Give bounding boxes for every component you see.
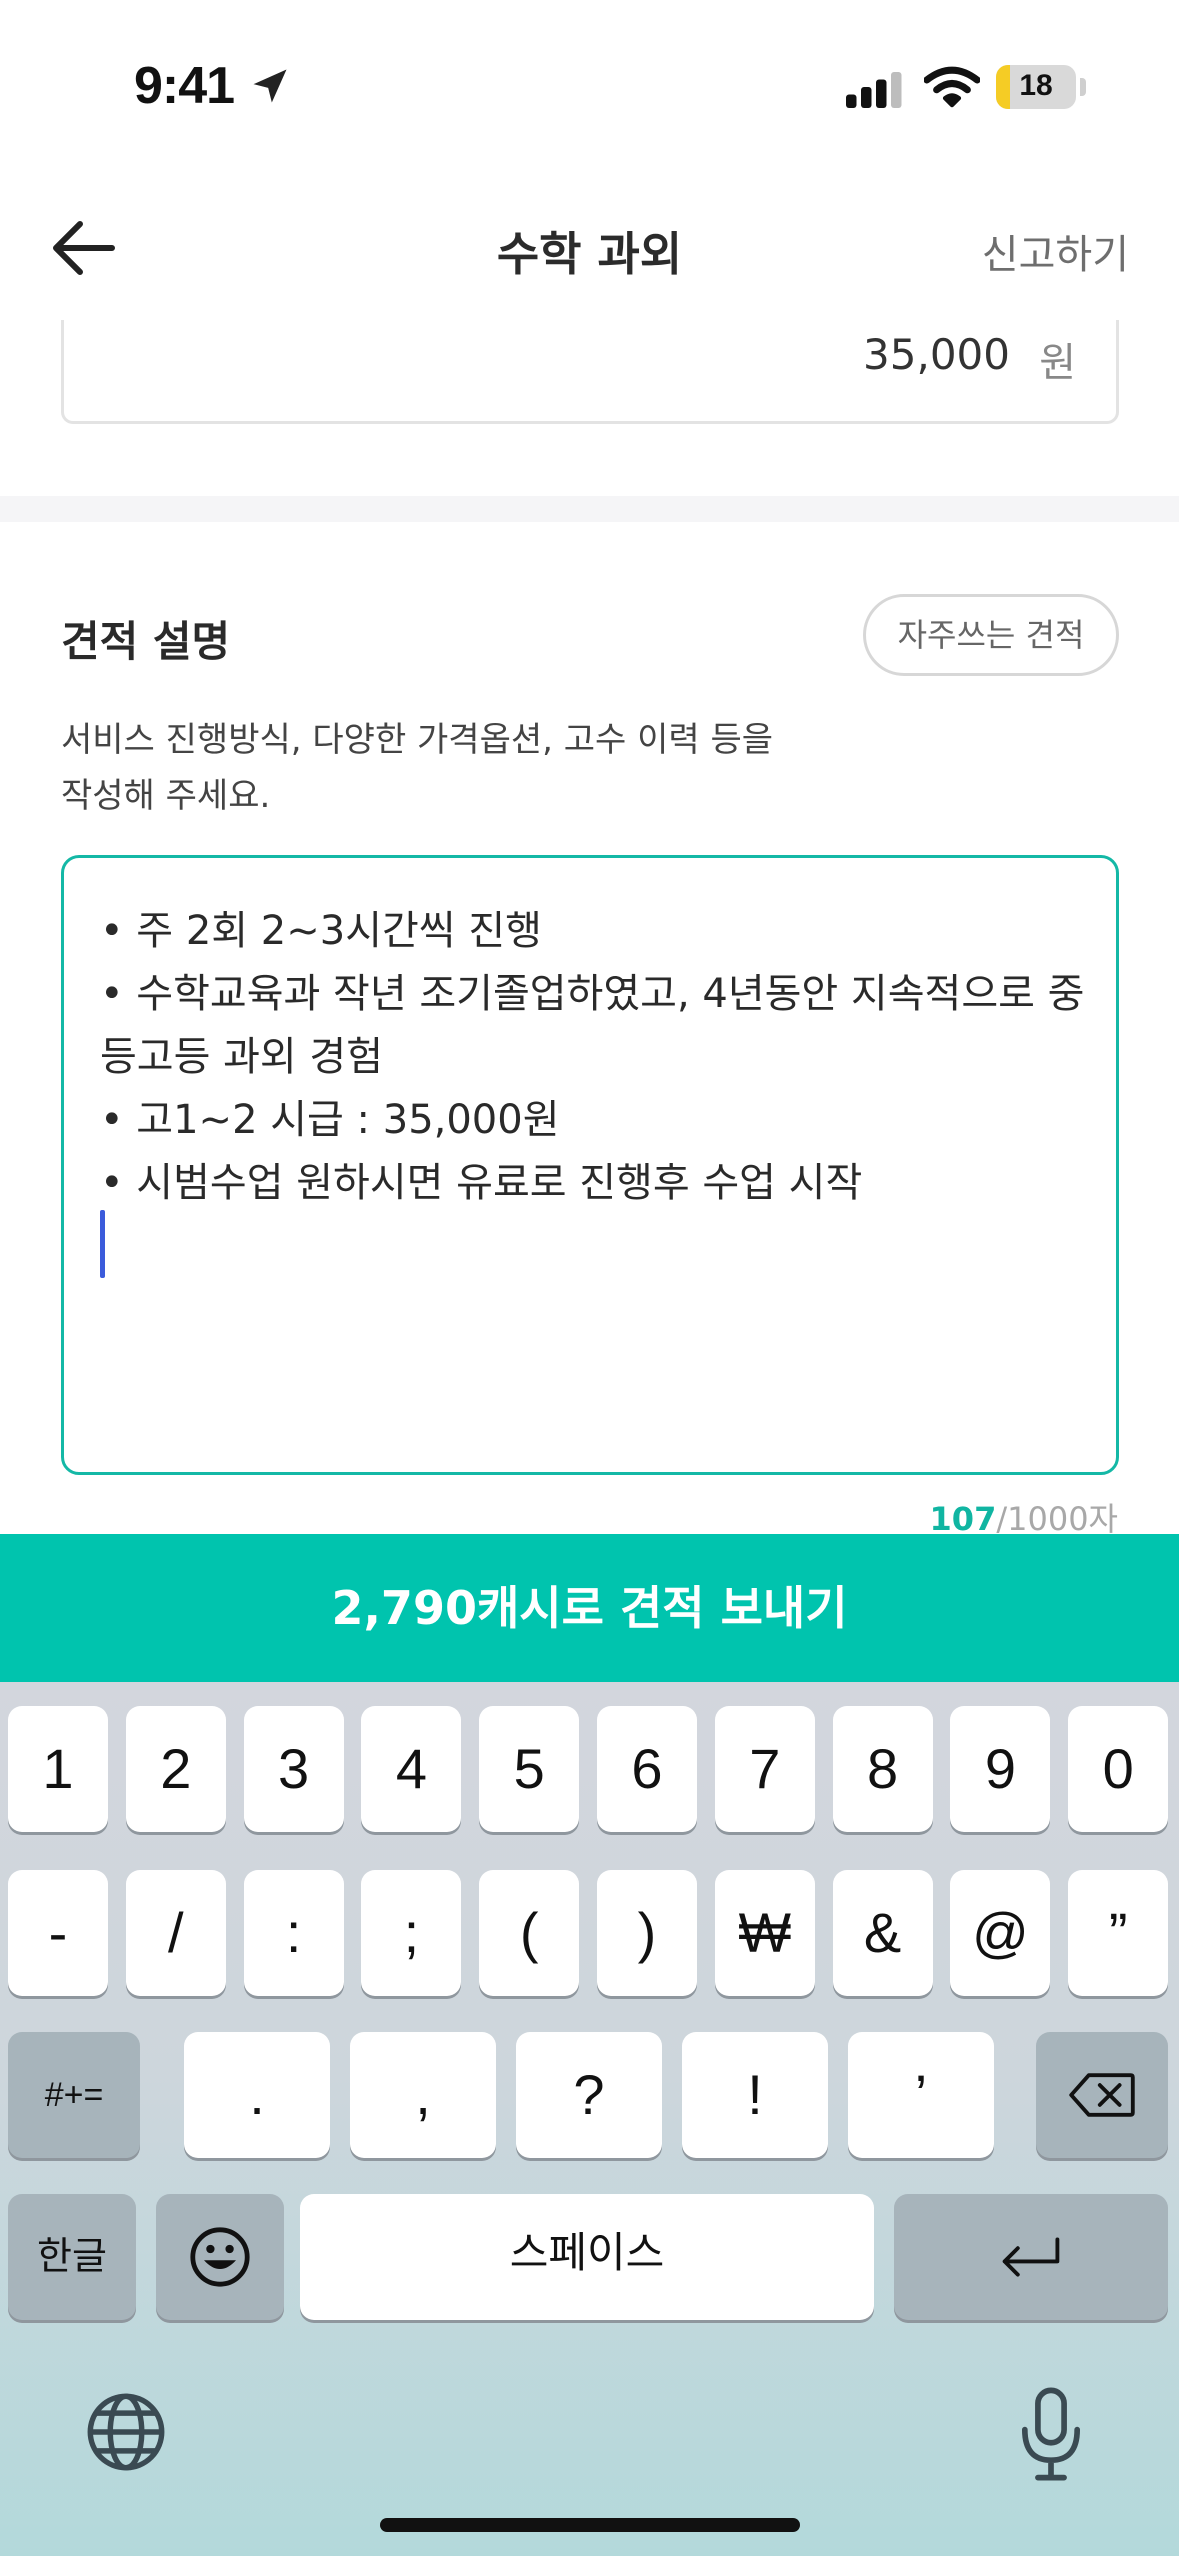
microphone-icon[interactable] bbox=[1016, 2386, 1086, 2482]
section-divider bbox=[0, 496, 1179, 522]
textarea-line: • 시범수업 원하시면 유료로 진행후 수업 시작 bbox=[100, 1160, 863, 1206]
textarea-content: • 주 2회 2~3시간씩 진행 • 수학교육과 작년 조기졸업하였고, 4년동… bbox=[100, 900, 1086, 1215]
key-number[interactable]: 0 bbox=[1068, 1706, 1169, 1832]
key-number[interactable]: 1 bbox=[8, 1706, 108, 1832]
language-key[interactable]: 한글 bbox=[8, 2194, 136, 2320]
section-title: 견적 설명 bbox=[61, 617, 231, 666]
key-number[interactable]: 4 bbox=[361, 1706, 462, 1832]
key-number[interactable]: 3 bbox=[243, 1706, 344, 1832]
helper-line: 서비스 진행방식, 다양한 가격옵션, 고수 이력 등을 bbox=[61, 720, 774, 760]
key-number[interactable]: 9 bbox=[950, 1706, 1051, 1832]
cellular-signal-icon bbox=[846, 72, 902, 108]
key-symbol[interactable]: & bbox=[832, 1870, 933, 1996]
send-quote-button[interactable]: 2,790캐시로 견적 보내기 bbox=[0, 1534, 1179, 1682]
char-limit: /1000자 bbox=[996, 1500, 1118, 1538]
key-symbol[interactable]: ) bbox=[597, 1870, 697, 1996]
status-time: 9:41 bbox=[134, 57, 235, 115]
key-symbol[interactable]: ; bbox=[361, 1870, 462, 1996]
wifi-icon bbox=[924, 66, 980, 108]
symbols-key[interactable]: #+= bbox=[8, 2032, 140, 2158]
key-punctuation[interactable]: , bbox=[350, 2032, 496, 2158]
key-punctuation[interactable]: ! bbox=[682, 2032, 828, 2158]
key-punctuation[interactable]: ’ bbox=[848, 2032, 994, 2158]
key-symbol[interactable]: ” bbox=[1068, 1870, 1169, 1996]
emoji-key[interactable] bbox=[156, 2194, 284, 2320]
char-count: 107 bbox=[929, 1500, 997, 1538]
key-symbol[interactable]: @ bbox=[950, 1870, 1051, 1996]
report-button[interactable]: 신고하기 bbox=[982, 222, 1129, 280]
status-bar: 9:41 18 bbox=[0, 0, 1179, 170]
textarea-line: • 수학교육과 작년 조기졸업하였고, 4년동안 지속적으로 중 bbox=[100, 971, 1085, 1017]
key-punctuation[interactable]: . bbox=[184, 2032, 330, 2158]
key-symbol[interactable]: ₩ bbox=[714, 1870, 815, 1996]
price-unit: 원 bbox=[1039, 340, 1076, 386]
key-punctuation[interactable]: ? bbox=[516, 2032, 662, 2158]
key-symbol[interactable]: - bbox=[8, 1870, 108, 1996]
return-icon bbox=[1002, 2237, 1060, 2277]
battery-icon: 18 bbox=[996, 65, 1076, 109]
textarea-line: • 주 2회 2~3시간씩 진행 bbox=[100, 908, 542, 954]
app-screen: 9:41 18 수학 과외 신고하기 35,000 원 견적 설명 자주쓰는 견… bbox=[0, 0, 1179, 2556]
keyboard: 1234567890 - /:;() ₩ & @” .,?!’ #+= 한글 스페이스 bbox=[0, 1682, 1179, 2556]
textarea-line: • 고1~2 시급 : 35,000원 bbox=[100, 1097, 560, 1143]
globe-icon[interactable] bbox=[84, 2390, 168, 2474]
key-number[interactable]: 5 bbox=[479, 1706, 580, 1832]
location-arrow-icon bbox=[253, 69, 287, 103]
return-key[interactable] bbox=[894, 2194, 1168, 2320]
emoji-icon bbox=[190, 2227, 250, 2287]
space-key[interactable]: 스페이스 bbox=[300, 2194, 874, 2320]
text-caret bbox=[100, 1210, 105, 1278]
battery-tip bbox=[1080, 78, 1086, 96]
nav-header: 수학 과외 신고하기 bbox=[0, 170, 1179, 320]
textarea-line: 등고등 과외 경험 bbox=[100, 1034, 384, 1080]
delete-key[interactable] bbox=[1036, 2032, 1168, 2158]
battery-level: 18 bbox=[1019, 69, 1053, 102]
key-number[interactable]: 7 bbox=[714, 1706, 815, 1832]
price-input[interactable]: 35,000 원 bbox=[61, 320, 1119, 424]
helper-text: 서비스 진행방식, 다양한 가격옵션, 고수 이력 등을 작성해 주세요. bbox=[61, 712, 773, 824]
key-symbol[interactable]: ( bbox=[479, 1870, 580, 1996]
home-indicator bbox=[380, 2518, 800, 2532]
helper-line: 작성해 주세요. bbox=[61, 776, 271, 816]
key-number[interactable]: 2 bbox=[125, 1706, 226, 1832]
key-number[interactable]: 6 bbox=[597, 1706, 697, 1832]
key-symbol[interactable]: / bbox=[125, 1870, 226, 1996]
delete-icon bbox=[1069, 2073, 1135, 2117]
frequent-quote-button[interactable]: 자주쓰는 견적 bbox=[863, 594, 1119, 676]
quote-description-textarea[interactable]: • 주 2회 2~3시간씩 진행 • 수학교육과 작년 조기졸업하였고, 4년동… bbox=[61, 855, 1119, 1475]
key-number[interactable]: 8 bbox=[832, 1706, 933, 1832]
price-value: 35,000 bbox=[863, 330, 1010, 379]
key-symbol[interactable]: : bbox=[243, 1870, 344, 1996]
